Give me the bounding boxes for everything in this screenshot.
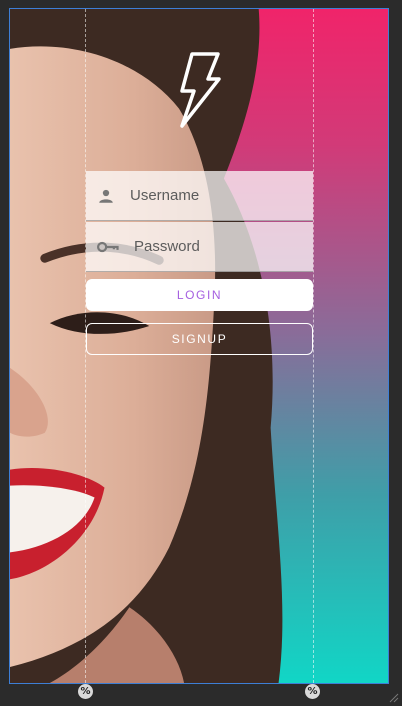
signup-button[interactable]: SIGNUP bbox=[86, 323, 313, 355]
login-form: LOGIN SIGNUP bbox=[86, 171, 333, 355]
username-field[interactable] bbox=[86, 171, 329, 221]
login-button[interactable]: LOGIN bbox=[86, 279, 313, 311]
key-icon bbox=[97, 236, 119, 258]
device-frame: LOGIN SIGNUP bbox=[9, 8, 389, 684]
username-input[interactable] bbox=[130, 171, 329, 220]
left-guide-marker[interactable]: % bbox=[78, 684, 93, 699]
person-icon bbox=[97, 185, 115, 207]
password-field[interactable] bbox=[86, 222, 333, 272]
right-guide-line bbox=[313, 9, 314, 683]
right-guide-marker[interactable]: % bbox=[305, 684, 320, 699]
password-input[interactable] bbox=[134, 222, 333, 271]
resize-handle-icon[interactable] bbox=[389, 693, 399, 703]
lightning-bolt-icon bbox=[180, 52, 221, 128]
